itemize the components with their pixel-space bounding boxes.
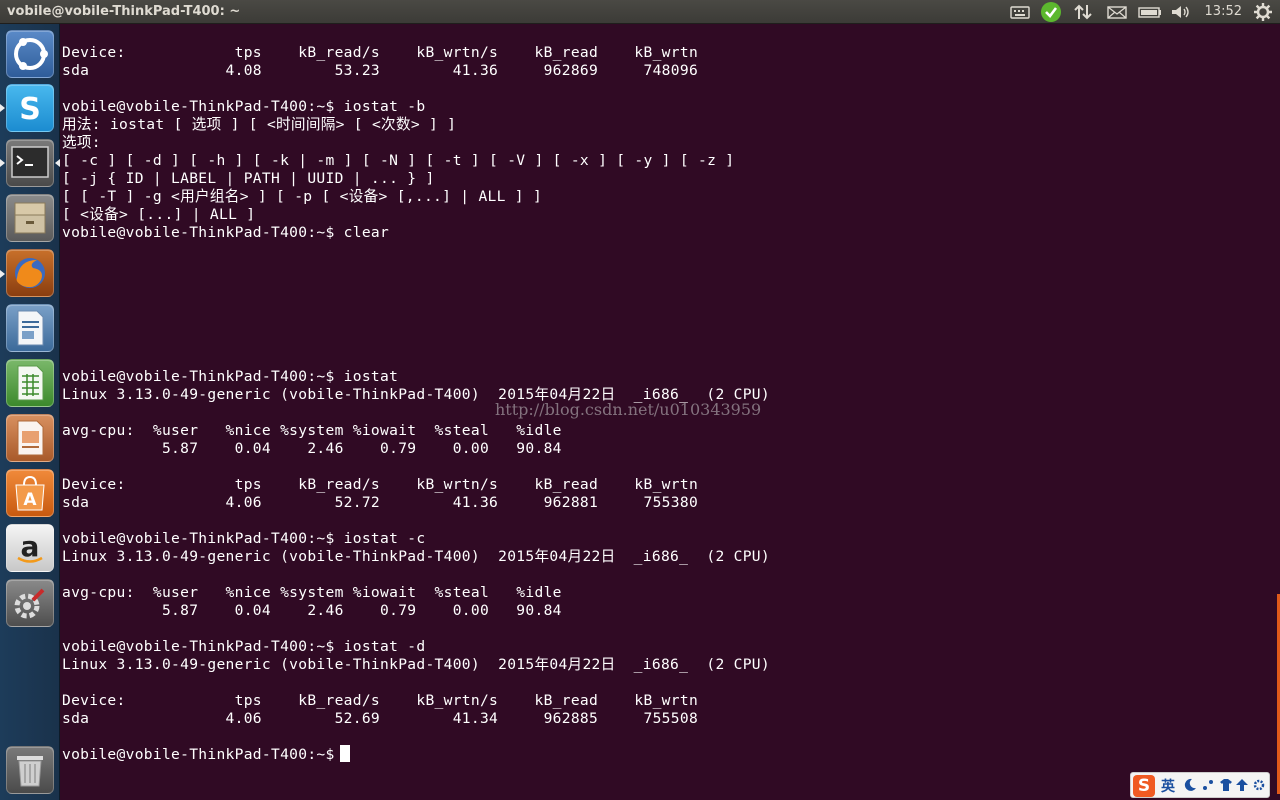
presentation-icon [17, 420, 44, 456]
settings-icon[interactable] [1252, 778, 1266, 792]
skype-icon: S [19, 92, 41, 127]
unity-launcher: S A a [0, 24, 60, 800]
firefox-icon [15, 258, 45, 288]
ime-language-toggle[interactable]: 英 [1161, 776, 1175, 796]
svg-text:A: A [23, 490, 37, 510]
terminal-line: vobile@vobile-ThinkPad-T400:~$ [62, 746, 344, 763]
trash-icon [17, 756, 43, 787]
volume-icon[interactable] [1170, 3, 1192, 21]
terminal-button[interactable] [6, 139, 54, 187]
terminal-line: Linux 3.13.0-49-generic (vobile-ThinkPad… [62, 656, 770, 673]
terminal-line: Linux 3.13.0-49-generic (vobile-ThinkPad… [62, 548, 770, 565]
terminal-line: [ -c ] [ -d ] [ -h ] [ -k | -m ] [ -N ] … [62, 152, 735, 169]
terminal-line: [ -j { ID | LABEL | PATH | UUID | ... } … [62, 170, 435, 187]
calc-button[interactable] [6, 359, 54, 407]
gear-icon[interactable] [1254, 3, 1272, 21]
moon-icon[interactable] [1183, 778, 1197, 792]
shopping-bag-icon: A [15, 475, 45, 511]
terminal-line: avg-cpu: %user %nice %system %iowait %st… [62, 422, 562, 439]
terminal-icon [11, 146, 49, 178]
ubuntu-logo-icon [14, 38, 48, 70]
terminal-line: vobile@vobile-ThinkPad-T400:~$ iostat -c [62, 530, 426, 547]
arrow-up-icon[interactable] [1235, 778, 1249, 792]
terminal-line: sda 4.08 53.23 41.36 962869 748096 [62, 62, 699, 79]
terminal-line: Device: tps kB_read/s kB_wrtn/s kB_read … [62, 476, 699, 493]
dash-home-button[interactable] [6, 30, 54, 78]
sogou-logo[interactable]: S [1133, 775, 1155, 797]
window-title: vobile@vobile-ThinkPad-T400: ~ [7, 4, 241, 19]
firefox-button[interactable] [6, 249, 54, 297]
update-check-icon[interactable] [1040, 1, 1062, 23]
terminal-line: vobile@vobile-ThinkPad-T400:~$ clear [62, 224, 390, 241]
skype-button[interactable]: S [6, 84, 54, 132]
terminal-line: vobile@vobile-ThinkPad-T400:~$ iostat -b [62, 98, 426, 115]
wrench-gear-icon [14, 588, 45, 619]
punctuation-icon[interactable] [1201, 778, 1215, 792]
files-button[interactable] [6, 194, 54, 242]
spreadsheet-icon [17, 365, 44, 401]
terminal-line: Device: tps kB_read/s kB_wrtn/s kB_read … [62, 44, 699, 61]
input-method-bar[interactable]: S 英 [1130, 772, 1270, 798]
terminal-cursor [340, 745, 350, 762]
terminal-line: 用法: iostat [ 选项 ] [ <时间间隔> [ <次数> ] ] [62, 116, 457, 133]
file-cabinet-icon [14, 202, 46, 234]
terminal-line: [ <设备> [...] | ALL ] [62, 206, 256, 223]
writer-button[interactable] [6, 304, 54, 352]
terminal-line: vobile@vobile-ThinkPad-T400:~$ iostat [62, 368, 399, 385]
mail-icon[interactable] [1107, 3, 1127, 21]
battery-icon[interactable] [1138, 3, 1162, 21]
terminal-line: avg-cpu: %user %nice %system %iowait %st… [62, 584, 562, 601]
terminal-line: vobile@vobile-ThinkPad-T400:~$ iostat -d [62, 638, 426, 655]
top-panel: vobile@vobile-ThinkPad-T400: ~ 13:52 [0, 0, 1280, 24]
terminal-line: 5.87 0.04 2.46 0.79 0.00 90.84 [62, 440, 562, 457]
terminal-line: [ [ -T ] -g <用户组名> ] [ -p [ <设备> [,...] … [62, 188, 543, 205]
terminal-line: Device: tps kB_read/s kB_wrtn/s kB_read … [62, 692, 699, 709]
watermark: http://blog.csdn.net/u010343959 [495, 400, 762, 419]
terminal-window[interactable]: Device: tps kB_read/s kB_wrtn/s kB_read … [61, 24, 1280, 800]
trash-button[interactable] [6, 746, 54, 794]
clock[interactable]: 13:52 [1205, 4, 1242, 19]
network-arrows-icon[interactable] [1073, 3, 1093, 21]
svg-text:S: S [19, 92, 41, 127]
terminal-line: 选项: [62, 134, 101, 151]
terminal-line: 5.87 0.04 2.46 0.79 0.00 90.84 [62, 602, 562, 619]
shirt-icon[interactable] [1219, 778, 1233, 792]
document-icon [17, 310, 44, 346]
amazon-button[interactable]: a [6, 524, 54, 572]
keyboard-icon[interactable] [1010, 3, 1030, 21]
system-settings-button[interactable] [6, 579, 54, 627]
amazon-icon: a [17, 530, 43, 563]
impress-button[interactable] [6, 414, 54, 462]
terminal-line: sda 4.06 52.72 41.36 962881 755380 [62, 494, 699, 511]
svg-text:a: a [21, 530, 40, 563]
software-center-button[interactable]: A [6, 469, 54, 517]
terminal-line: sda 4.06 52.69 41.34 962885 755508 [62, 710, 699, 727]
